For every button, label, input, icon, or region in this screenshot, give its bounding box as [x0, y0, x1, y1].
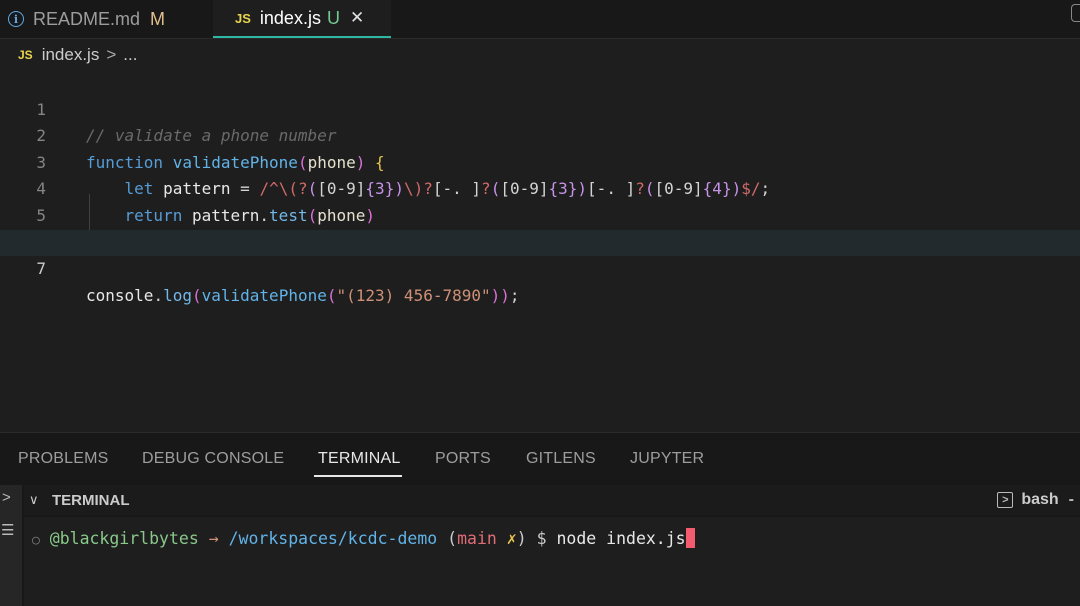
tab-label: README.md — [33, 8, 141, 29]
tab-gitlens[interactable]: GITLENS — [526, 433, 596, 485]
prompt-symbol: $ — [536, 529, 547, 548]
js-file-icon: JS — [235, 10, 251, 26]
chevron-right-icon[interactable]: > — [2, 489, 11, 506]
editor-tab-bar: i README.md M JS index.js U ✕ — [0, 0, 1080, 39]
list-icon[interactable]: ☰ — [1, 521, 14, 539]
prompt-status-icon: ○ — [32, 533, 40, 548]
tab-problems[interactable]: PROBLEMS — [18, 433, 109, 485]
terminal-cursor — [685, 528, 695, 548]
close-icon[interactable]: ✕ — [350, 8, 364, 28]
panel-tab-bar: PROBLEMS DEBUG CONSOLE TERMINAL PORTS GI… — [0, 433, 1080, 485]
prompt-user: @blackgirlbytes — [49, 529, 199, 548]
arrow-icon: → — [208, 529, 219, 548]
bottom-panel: PROBLEMS DEBUG CONSOLE TERMINAL PORTS GI… — [0, 432, 1080, 606]
terminal-section-header[interactable]: ∨ TERMINAL > bash - — [24, 485, 1080, 515]
code-line-current: 7 console.log(validatePhone("(123) 456-7… — [0, 229, 1080, 305]
tab-ports[interactable]: PORTS — [435, 433, 491, 485]
line-number: 7 — [36, 259, 46, 279]
info-icon: i — [8, 11, 24, 27]
tab-modified-status: M — [150, 8, 166, 29]
more-icon[interactable]: - — [1069, 491, 1074, 509]
breadcrumb: JS index.js > ... — [18, 42, 137, 68]
tab-untracked-status: U — [326, 7, 340, 28]
terminal-title: TERMINAL — [52, 491, 130, 509]
prompt-path: /workspaces/kcdc-demo — [228, 529, 438, 548]
js-file-icon: JS — [18, 48, 33, 62]
terminal-shell-selector[interactable]: > bash - — [997, 485, 1074, 515]
code-line: 1 // validate a phone number — [0, 70, 1080, 146]
terminal-icon: > — [997, 492, 1014, 508]
terminal-prompt: ○ @blackgirlbytes → /workspaces/kcdc-dem… — [32, 528, 695, 552]
chevron-right-icon: > — [106, 45, 117, 64]
terminal-output[interactable]: ○ @blackgirlbytes → /workspaces/kcdc-dem… — [24, 517, 1080, 606]
active-tab-indicator — [314, 475, 402, 477]
code-line: 5 } — [0, 176, 1080, 252]
shell-label: bash — [1021, 491, 1059, 508]
git-branch: main — [457, 529, 497, 548]
tab-index-js[interactable]: JS index.js U ✕ — [213, 0, 391, 38]
editor-actions-icon[interactable] — [1071, 4, 1080, 22]
code-editor[interactable]: 1 // validate a phone number 2 function … — [0, 70, 1080, 428]
code-text: console.log(validatePhone("(123) 456-789… — [86, 285, 520, 305]
tab-debug-console[interactable]: DEBUG CONSOLE — [142, 433, 284, 485]
terminal-command: node index.js — [556, 529, 686, 548]
code-line: 6 — [0, 203, 1080, 252]
vscode-window: i README.md M JS index.js U ✕ JS index.j… — [0, 0, 1080, 606]
tab-label: index.js — [259, 7, 321, 28]
breadcrumb-file[interactable]: index.js — [42, 45, 100, 65]
chevron-down-icon[interactable]: ∨ — [29, 492, 39, 508]
tab-readme[interactable]: i README.md M — [0, 0, 212, 38]
code-line: 4 return pattern.test(phone) — [0, 150, 1080, 225]
breadcrumb-symbol[interactable]: ... — [123, 45, 137, 65]
git-dirty-mark: ✗ — [506, 529, 517, 548]
tab-terminal[interactable]: TERMINAL — [318, 433, 401, 485]
code-line: 3 let pattern = /^\(?([0-9]{3})\)?[-. ]?… — [0, 123, 1080, 199]
tab-jupyter[interactable]: JUPYTER — [630, 433, 704, 485]
code-line: 2 function validatePhone(phone) { — [0, 97, 1080, 172]
